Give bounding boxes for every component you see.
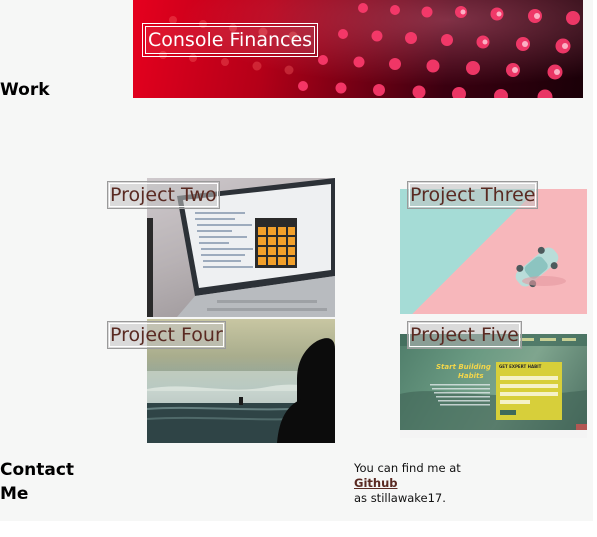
contact-heading: Contact Me — [0, 460, 75, 504]
project-five-image[interactable]: Start Building Habits GET EXPERT HABIT — [400, 334, 587, 438]
habit-site-screenshot: Start Building Habits GET EXPERT HABIT — [400, 334, 587, 438]
portfolio-page: Work Console Finances Project Two Projec… — [0, 0, 593, 521]
contact-line-3: as stillawake17. — [354, 491, 446, 505]
five-form-title: GET EXPERT HABIT — [499, 364, 542, 369]
project-four-link[interactable]: Project Four — [107, 321, 226, 349]
project-five-link[interactable]: Project Five — [407, 321, 522, 349]
contact-line-1: You can find me at — [354, 461, 461, 475]
five-headline-1: Start Building — [436, 363, 491, 371]
console-finances-link[interactable]: Console Finances — [141, 23, 319, 57]
five-headline-2: Habits — [458, 372, 484, 380]
contact-info: You can find me at Github as stillawake1… — [354, 461, 461, 506]
work-heading: Work — [0, 80, 50, 100]
project-three-link[interactable]: Project Three — [407, 181, 539, 209]
github-link[interactable]: Github — [354, 476, 397, 491]
project-two-link[interactable]: Project Two — [107, 181, 220, 209]
